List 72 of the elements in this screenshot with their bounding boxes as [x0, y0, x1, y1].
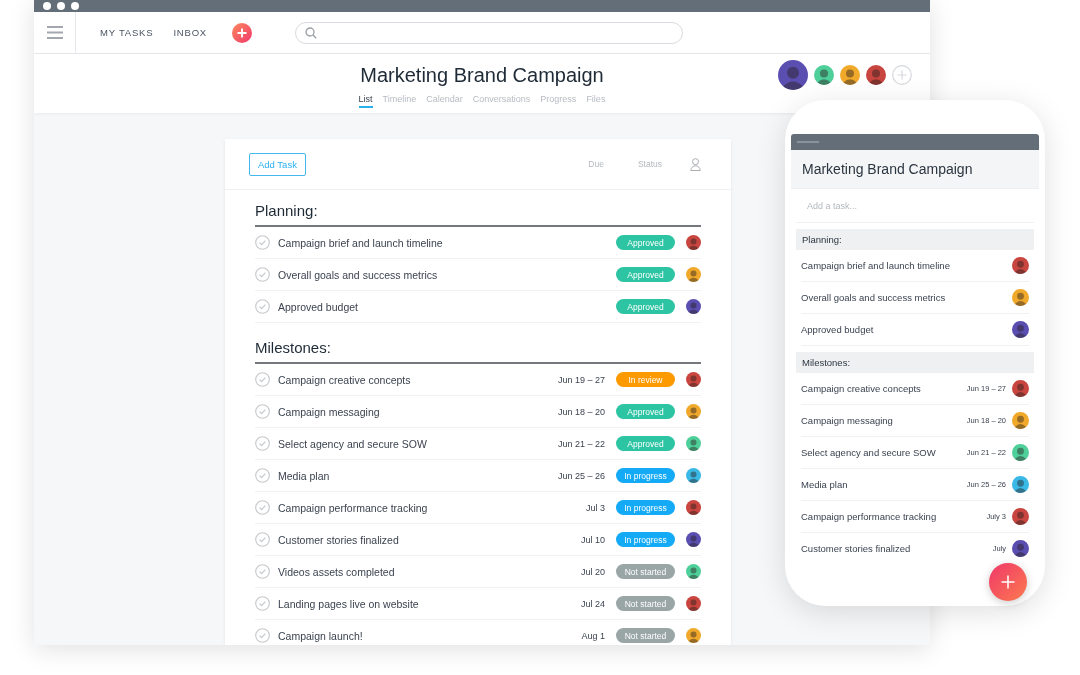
section-heading: Planning:	[796, 229, 1034, 250]
section-heading: Milestones:	[255, 323, 701, 364]
section-heading: Milestones:	[796, 352, 1034, 373]
nav-link[interactable]: MY TASKS	[100, 27, 154, 38]
add-task-field[interactable]: Add a task...	[796, 189, 1034, 223]
nav-link[interactable]: INBOX	[173, 27, 207, 38]
status-badge: In progress	[616, 532, 675, 547]
due-date: Jul 24	[580, 598, 605, 609]
due-date: Jul 10	[580, 534, 605, 545]
status-badge: In review	[616, 372, 675, 387]
task-name[interactable]: Customer stories finalized	[801, 543, 911, 554]
complete-check-icon[interactable]	[255, 436, 270, 451]
add-task-fab[interactable]	[989, 563, 1027, 601]
task-name[interactable]: Overall goals and success metrics	[801, 292, 946, 303]
status-badge: In progress	[616, 500, 675, 515]
complete-check-icon[interactable]	[255, 564, 270, 579]
search-icon	[304, 26, 317, 39]
complete-check-icon[interactable]	[255, 404, 270, 419]
project-title: Marketing Brand Campaign	[360, 64, 604, 87]
task-name[interactable]: Campaign creative concepts	[278, 373, 411, 386]
complete-check-icon[interactable]	[255, 235, 270, 250]
status-badge: Approved	[616, 299, 675, 314]
status-badge: Approved	[616, 235, 675, 250]
complete-check-icon[interactable]	[255, 267, 270, 282]
due-date: Jul 20	[580, 566, 605, 577]
task-name[interactable]: Campaign launch!	[278, 629, 363, 642]
column-header: Due	[588, 159, 604, 169]
task-name[interactable]: Approved budget	[801, 324, 874, 335]
task-name[interactable]: Approved budget	[278, 300, 358, 313]
task-name[interactable]: Campaign messaging	[801, 415, 893, 426]
task-name[interactable]: Select agency and secure SOW	[801, 447, 936, 458]
person-icon[interactable]	[690, 157, 701, 171]
task-name[interactable]: Overall goals and success metrics	[278, 268, 438, 281]
task-name[interactable]: Campaign creative concepts	[801, 383, 921, 394]
task-name[interactable]: Landing pages live on website	[278, 597, 419, 610]
task-name[interactable]: Campaign brief and launch timeline	[801, 260, 950, 271]
task-name[interactable]: Select agency and secure SOW	[278, 437, 427, 450]
task-name[interactable]: Videos assets completed	[278, 565, 395, 578]
status-badge: In progress	[616, 468, 675, 483]
task-name[interactable]: Campaign performance tracking	[801, 511, 937, 522]
due-date: Jun 18 – 20	[557, 406, 605, 417]
task-name[interactable]: Campaign performance tracking	[278, 501, 428, 514]
add-icon[interactable]	[231, 22, 252, 43]
complete-check-icon[interactable]	[255, 628, 270, 643]
status-badge: Approved	[616, 267, 675, 282]
tab[interactable]: List	[358, 94, 373, 108]
column-header: Status	[637, 159, 662, 169]
complete-check-icon[interactable]	[255, 500, 270, 515]
add-member-icon[interactable]	[892, 65, 912, 85]
due-date: Jul 3	[586, 502, 605, 513]
complete-check-icon[interactable]	[255, 372, 270, 387]
task-name[interactable]: Media plan	[801, 479, 848, 490]
status-badge: Approved	[616, 404, 675, 419]
complete-check-icon[interactable]	[255, 596, 270, 611]
complete-check-icon[interactable]	[255, 299, 270, 314]
mobile-title: Marketing Brand Campaign	[791, 150, 1039, 189]
status-badge: Not started	[616, 564, 675, 579]
task-name[interactable]: Campaign brief and launch timeline	[278, 236, 443, 249]
menu-icon[interactable]	[46, 26, 63, 39]
due-date: Jun 19 – 27	[557, 374, 605, 385]
task-name[interactable]: Media plan	[278, 469, 330, 482]
due-date: Jun 21 – 22	[557, 438, 605, 449]
status-badge: Approved	[616, 436, 675, 451]
task-name[interactable]: Campaign messaging	[278, 405, 380, 418]
section-heading: Planning:	[255, 190, 701, 227]
complete-check-icon[interactable]	[255, 532, 270, 547]
due-date: Jun 25 – 26	[557, 470, 605, 481]
status-badge: Not started	[616, 628, 675, 643]
task-name[interactable]: Customer stories finalized	[278, 533, 399, 546]
complete-check-icon[interactable]	[255, 468, 270, 483]
due-date: Aug 1	[581, 630, 605, 641]
status-badge: Not started	[616, 596, 675, 611]
